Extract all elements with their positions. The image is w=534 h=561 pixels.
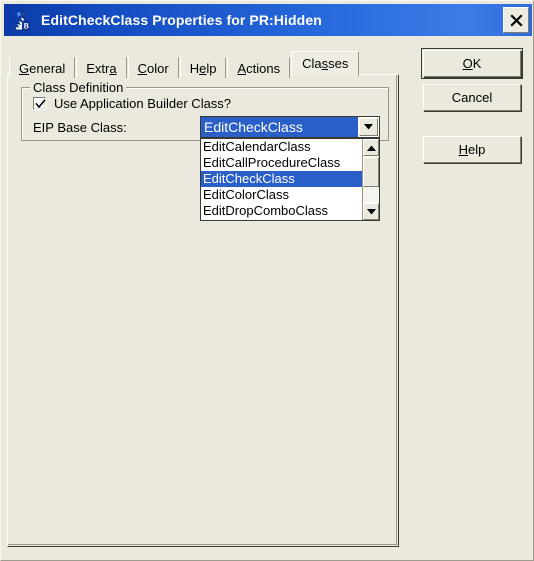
dropdown-scrollbar[interactable] xyxy=(362,139,379,220)
scrollbar-thumb[interactable] xyxy=(363,157,379,187)
dropdown-options: EditCalendarClass EditCallProcedureClass… xyxy=(201,139,362,220)
eip-base-class-selected-value: EditCheckClass xyxy=(201,117,358,137)
list-item[interactable]: EditCallProcedureClass xyxy=(201,155,362,171)
app-builder-icon: B xyxy=(11,9,33,31)
ok-button[interactable]: OK xyxy=(421,48,523,79)
close-icon[interactable] xyxy=(503,7,529,33)
tab-strip: General Extra Color Help Actions Classes xyxy=(9,51,360,78)
checkmark-icon xyxy=(35,99,46,109)
tab-extra[interactable]: Extra xyxy=(76,57,127,78)
list-item[interactable]: EditDropComboClass xyxy=(201,203,362,219)
use-app-builder-class-label: Use Application Builder Class? xyxy=(54,96,232,111)
tab-general-post: eneral xyxy=(29,61,66,76)
ok-button-post: K xyxy=(472,56,482,71)
scroll-down-icon[interactable] xyxy=(363,203,379,220)
tab-color-accel: C xyxy=(137,61,148,76)
ok-button-accel: O xyxy=(462,56,473,71)
use-app-builder-class-checkbox[interactable] xyxy=(33,97,46,110)
use-app-builder-class-checkbox-row[interactable]: Use Application Builder Class? xyxy=(33,96,231,111)
tab-general-accel: G xyxy=(19,61,30,76)
tab-classes[interactable]: Classes xyxy=(291,51,360,76)
chevron-down-icon[interactable] xyxy=(359,118,378,136)
tab-help-pre: H xyxy=(189,61,200,76)
list-item[interactable]: EditCalendarClass xyxy=(201,139,362,155)
tab-classes-pre: Cla xyxy=(302,56,322,71)
tab-classes-post: ses xyxy=(328,56,349,71)
svg-text:B: B xyxy=(24,22,30,31)
scrollbar-track[interactable] xyxy=(363,187,379,203)
eip-base-class-dropdown-list[interactable]: EditCalendarClass EditCallProcedureClass… xyxy=(200,138,380,221)
close-icon-glyph xyxy=(509,13,523,27)
tab-help[interactable]: Help xyxy=(179,57,227,78)
tab-color[interactable]: Color xyxy=(127,57,179,78)
tab-color-post: olor xyxy=(147,61,169,76)
tab-actions[interactable]: Actions xyxy=(227,57,291,78)
cancel-button-label: Cancel xyxy=(451,90,493,105)
tab-general[interactable]: General xyxy=(9,57,76,78)
help-button-accel: H xyxy=(458,142,469,157)
cancel-button[interactable]: Cancel xyxy=(423,84,521,111)
tab-extra-pre: Extr xyxy=(86,61,110,76)
properties-dialog-window: B EditCheckClass Properties for PR:Hidde… xyxy=(0,0,534,561)
scroll-up-icon[interactable] xyxy=(363,139,379,156)
title-bar[interactable]: B EditCheckClass Properties for PR:Hidde… xyxy=(4,4,532,36)
group-legend: Class Definition xyxy=(30,80,127,95)
list-item[interactable]: EditColorClass xyxy=(201,187,362,203)
scroll-down-icon-glyph xyxy=(366,208,376,214)
tab-extra-accel: a xyxy=(109,61,117,76)
eip-base-class-label: EIP Base Class: xyxy=(33,120,127,135)
tab-actions-accel: A xyxy=(237,61,247,76)
help-button[interactable]: Help xyxy=(423,136,521,163)
app-builder-icon-glyph: B xyxy=(13,9,30,31)
scroll-up-icon-glyph xyxy=(366,145,376,151)
help-button-post: elp xyxy=(468,142,486,157)
eip-base-class-combobox[interactable]: EditCheckClass xyxy=(200,116,380,138)
tab-actions-post: ctions xyxy=(246,61,281,76)
tab-help-post: lp xyxy=(206,61,217,76)
chevron-down-icon-glyph xyxy=(364,124,373,130)
list-item[interactable]: EditCheckClass xyxy=(201,171,362,187)
window-title: EditCheckClass Properties for PR:Hidden xyxy=(41,12,322,28)
